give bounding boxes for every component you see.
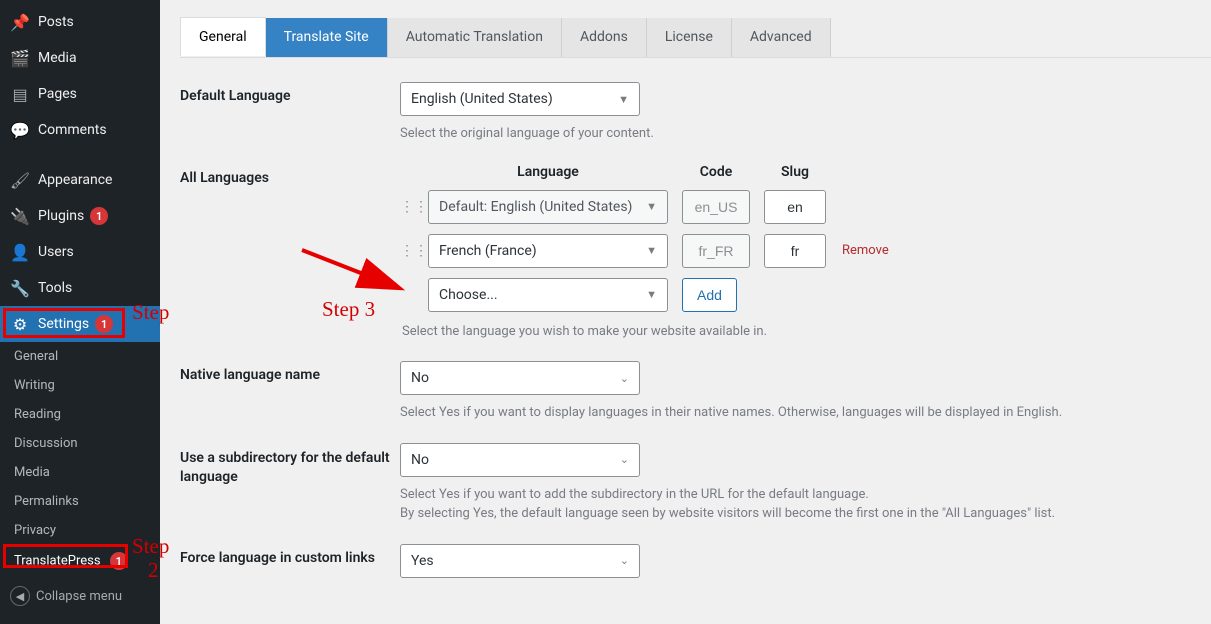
- sidebar-item-plugins[interactable]: 🔌 Plugins 1: [0, 198, 160, 234]
- choose-language-select[interactable]: Choose... ▼: [428, 278, 668, 312]
- sidebar-label: Posts: [38, 14, 74, 30]
- admin-sidebar: 📌 Posts 🎬 Media ▤ Pages 💬 Comments 🖌 App…: [0, 0, 160, 624]
- pushpin-icon: 📌: [10, 12, 30, 32]
- default-language-desc: Select the original language of your con…: [400, 124, 1191, 144]
- sidebar-item-appearance[interactable]: 🖌 Appearance: [0, 162, 160, 198]
- update-badge: 1: [110, 552, 128, 570]
- sidebar-item-tools[interactable]: 🔧 Tools: [0, 270, 160, 306]
- main-content: General Translate Site Automatic Transla…: [160, 0, 1211, 624]
- lang-code-input: [682, 190, 750, 224]
- pages-icon: ▤: [10, 84, 30, 104]
- sidebar-label: Comments: [38, 122, 107, 138]
- tab-translate-site[interactable]: Translate Site: [266, 18, 388, 57]
- select-value: Yes: [411, 553, 434, 569]
- language-select-default[interactable]: Default: English (United States) ▼: [428, 190, 668, 224]
- add-language-row: Choose... ▼ Add: [400, 278, 1191, 312]
- select-value: Choose...: [439, 287, 498, 303]
- lang-code-input: [682, 234, 750, 268]
- tab-addons[interactable]: Addons: [562, 18, 647, 57]
- sidebar-sub-translatepress[interactable]: TranslatePress 1: [0, 545, 160, 577]
- lang-slug-input[interactable]: [764, 190, 826, 224]
- sidebar-item-media[interactable]: 🎬 Media: [0, 40, 160, 76]
- sidebar-item-pages[interactable]: ▤ Pages: [0, 76, 160, 112]
- language-select[interactable]: French (France) ▼: [428, 234, 668, 268]
- select-value: No: [411, 370, 429, 386]
- all-languages-desc: Select the language you wish to make you…: [400, 322, 1191, 342]
- sidebar-item-comments[interactable]: 💬 Comments: [0, 112, 160, 148]
- sidebar-label: Plugins: [38, 208, 84, 224]
- default-language-label: Default Language: [180, 82, 400, 104]
- sidebar-label: Appearance: [38, 172, 112, 188]
- native-language-select[interactable]: No ⌄: [400, 361, 640, 395]
- sidebar-item-posts[interactable]: 📌 Posts: [0, 4, 160, 40]
- subdir-select[interactable]: No ⌄: [400, 443, 640, 477]
- sidebar-sub-media[interactable]: Media: [0, 458, 160, 487]
- chevron-down-icon: ▼: [618, 93, 629, 106]
- sidebar-label: Tools: [38, 280, 72, 296]
- comments-icon: 💬: [10, 120, 30, 140]
- chevron-down-icon: ⌄: [620, 453, 629, 466]
- add-language-button[interactable]: Add: [682, 278, 737, 312]
- sidebar-label: Users: [38, 244, 74, 260]
- plugin-icon: 🔌: [10, 206, 30, 226]
- chevron-down-icon: ▼: [646, 200, 657, 213]
- lang-slug-input[interactable]: [764, 234, 826, 268]
- sidebar-sub-privacy[interactable]: Privacy: [0, 516, 160, 545]
- force-lang-select[interactable]: Yes ⌄: [400, 544, 640, 578]
- chevron-down-icon: ⌄: [620, 554, 629, 567]
- update-badge: 1: [95, 315, 113, 333]
- select-value: French (France): [439, 243, 537, 259]
- sidebar-label: Media: [38, 50, 77, 66]
- sidebar-item-users[interactable]: 👤 Users: [0, 234, 160, 270]
- sidebar-sub-discussion[interactable]: Discussion: [0, 429, 160, 458]
- media-icon: 🎬: [10, 48, 30, 68]
- sidebar-sub-general[interactable]: General: [0, 342, 160, 371]
- sidebar-sub-reading[interactable]: Reading: [0, 400, 160, 429]
- language-row: ⋮⋮⋮ Default: English (United States) ▼: [400, 190, 1191, 224]
- collapse-menu[interactable]: ◀ Collapse menu: [0, 578, 132, 614]
- collapse-label: Collapse menu: [36, 589, 122, 604]
- tab-license[interactable]: License: [647, 18, 732, 57]
- sidebar-sub-permalinks[interactable]: Permalinks: [0, 487, 160, 516]
- select-value: No: [411, 452, 429, 468]
- settings-tabs: General Translate Site Automatic Transla…: [180, 18, 1211, 58]
- subdir-label: Use a subdirectory for the default langu…: [180, 443, 400, 488]
- drag-handle-icon[interactable]: ⋮⋮⋮: [400, 199, 420, 215]
- remove-language-link[interactable]: Remove: [842, 243, 889, 258]
- brush-icon: 🖌: [10, 170, 30, 190]
- subdir-desc: Select Yes if you want to add the subdir…: [400, 485, 1191, 524]
- collapse-icon: ◀: [10, 586, 30, 606]
- sidebar-label: TranslatePress: [14, 554, 101, 569]
- default-language-select[interactable]: English (United States) ▼: [400, 82, 640, 116]
- sidebar-label: Pages: [38, 86, 77, 102]
- chevron-down-icon: ⌄: [620, 372, 629, 385]
- sliders-icon: ⚙: [10, 314, 30, 334]
- users-icon: 👤: [10, 242, 30, 262]
- native-language-label: Native language name: [180, 361, 400, 383]
- tab-advanced[interactable]: Advanced: [732, 18, 831, 57]
- chevron-down-icon: ▼: [646, 244, 657, 257]
- drag-handle-icon[interactable]: ⋮⋮⋮: [400, 243, 420, 259]
- tab-general[interactable]: General: [180, 17, 266, 56]
- wrench-icon: 🔧: [10, 278, 30, 298]
- select-value: English (United States): [411, 91, 553, 107]
- sidebar-sub-writing[interactable]: Writing: [0, 371, 160, 400]
- chevron-down-icon: ▼: [646, 288, 657, 301]
- sidebar-item-settings[interactable]: ⚙ Settings 1: [0, 306, 160, 342]
- sidebar-label: Settings: [38, 316, 89, 332]
- all-languages-label: All Languages: [180, 164, 400, 186]
- language-row: ⋮⋮⋮ French (France) ▼ Remove: [400, 234, 1191, 268]
- select-value: Default: English (United States): [439, 199, 632, 215]
- col-language: Language: [428, 164, 668, 180]
- tab-automatic-translation[interactable]: Automatic Translation: [388, 18, 562, 57]
- col-code: Code: [682, 164, 750, 180]
- force-lang-label: Force language in custom links: [180, 544, 400, 566]
- update-badge: 1: [90, 207, 108, 225]
- col-slug: Slug: [764, 164, 826, 180]
- native-language-desc: Select Yes if you want to display langua…: [400, 403, 1191, 423]
